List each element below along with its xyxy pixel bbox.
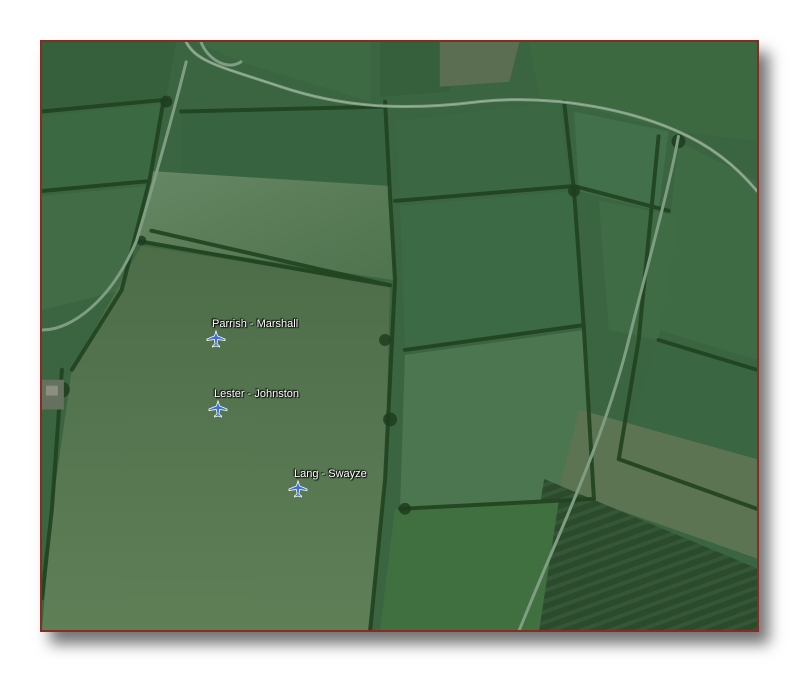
marker-lester-johnston[interactable]: Lester - Johnston	[208, 388, 299, 418]
marker-label: Parrish - Marshall	[212, 318, 299, 330]
marker-label: Lester - Johnston	[214, 388, 299, 400]
airplane-icon[interactable]	[206, 330, 226, 348]
map-frame[interactable]: Parrish - Marshall Lester - Johnston Lan…	[40, 40, 759, 632]
marker-lang-swayze[interactable]: Lang - Swayze	[288, 468, 367, 498]
airplane-icon[interactable]	[288, 480, 308, 498]
satellite-imagery	[42, 42, 757, 630]
marker-label: Lang - Swayze	[294, 468, 367, 480]
marker-parrish-marshall[interactable]: Parrish - Marshall	[206, 318, 298, 348]
airplane-icon[interactable]	[208, 400, 228, 418]
